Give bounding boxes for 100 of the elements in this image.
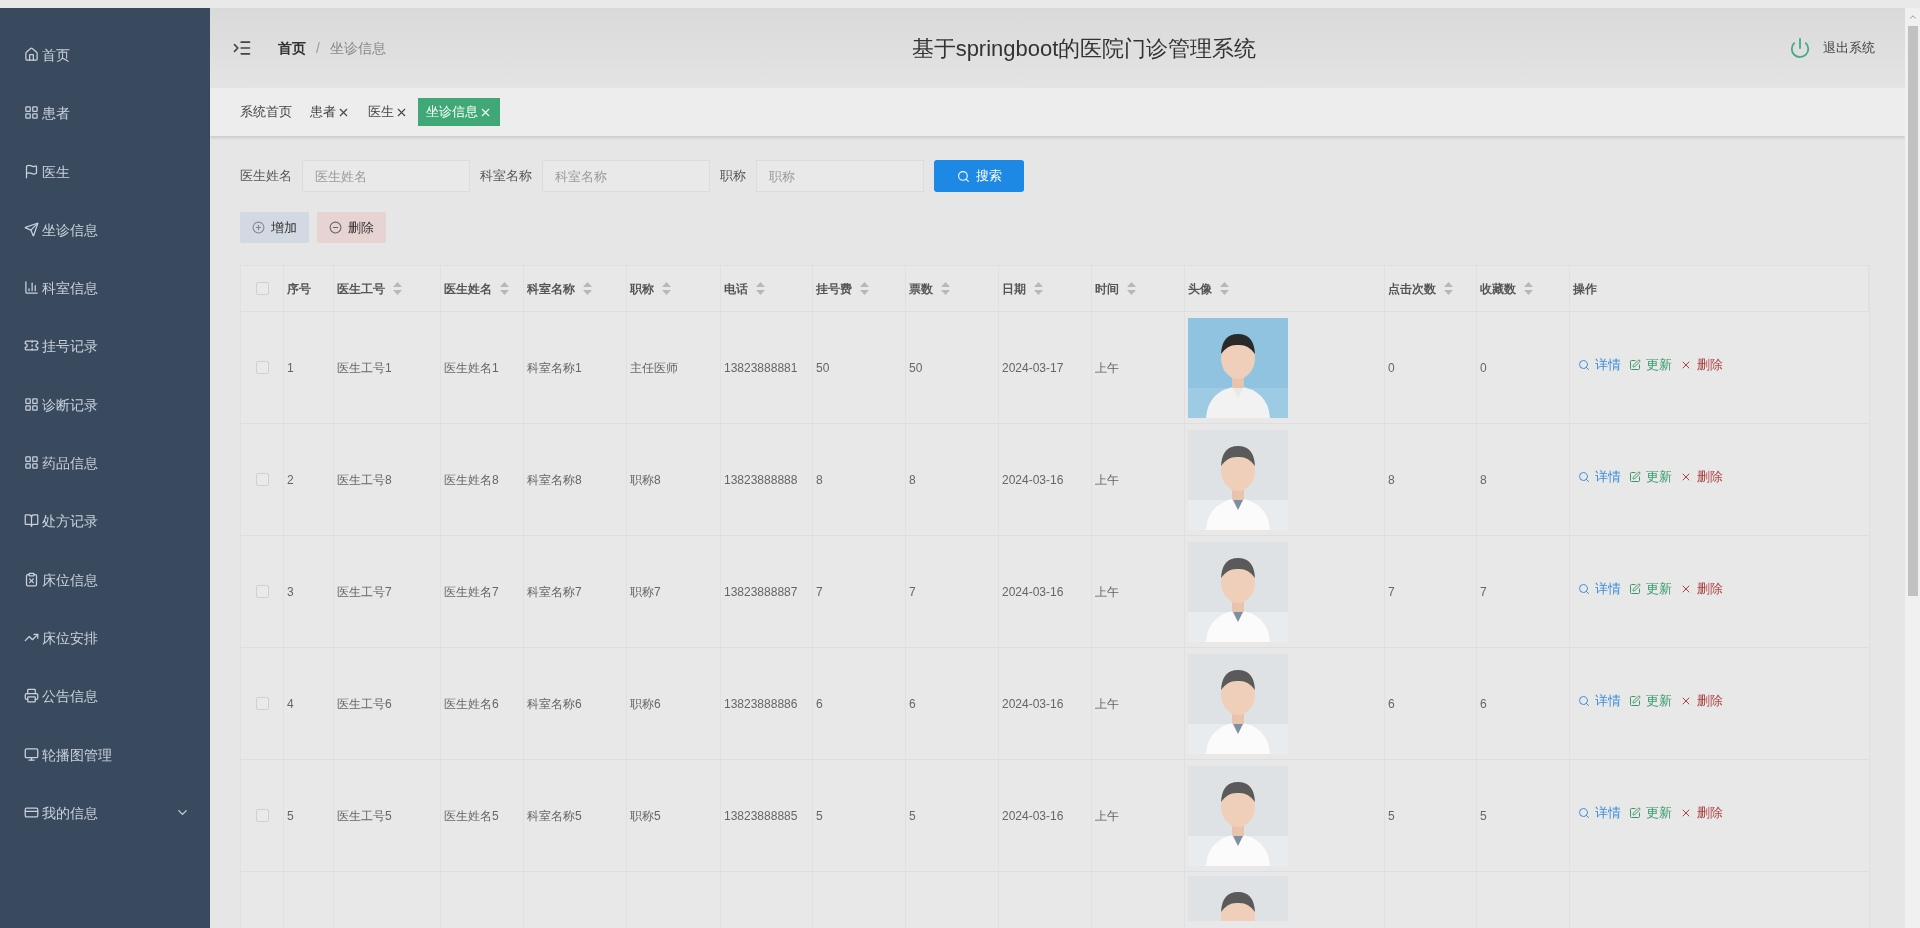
table-cell-text: 7 (909, 583, 916, 601)
table-cell-text: 上午 (1095, 583, 1119, 601)
search-field[interactable]: 职称 (756, 160, 924, 192)
logout-link[interactable]: 退出系统 (1823, 38, 1875, 58)
search-icon (1578, 806, 1590, 819)
sidebar-item[interactable]: 我的信息 (0, 802, 210, 862)
table-cell-text: 5 (909, 807, 916, 825)
sidebar-item[interactable]: 挂号记录 (0, 336, 210, 395)
edit-icon (1629, 358, 1641, 371)
table-cell-text: 医生工号5 (337, 807, 392, 825)
column-header: 医生姓名 (441, 266, 524, 311)
table-cell-text: 6 (816, 695, 823, 713)
sort-icon[interactable] (393, 282, 402, 295)
column-header: 职称 (627, 266, 721, 311)
checkbox[interactable] (255, 473, 269, 486)
sidebar-item[interactable]: 科室信息 (0, 278, 210, 337)
search-icon (1578, 358, 1590, 371)
card-icon (24, 804, 39, 820)
sidebar-item[interactable]: 医生 (0, 161, 210, 220)
table-cell-text: 1 (287, 359, 294, 377)
sort-icon[interactable] (1034, 282, 1043, 295)
checkbox[interactable] (255, 809, 269, 822)
search-button[interactable]: 搜索 (934, 160, 1024, 192)
table-cell-text: 13823888888 (724, 471, 798, 489)
paper-plane-icon (24, 221, 39, 237)
table-cell-text: 6 (909, 695, 916, 713)
search-icon (956, 169, 970, 183)
table-cell-text: 上午 (1095, 695, 1119, 713)
printer-icon (24, 688, 39, 704)
table-cell-text: 科室名称5 (527, 807, 582, 825)
menu-toggle-icon[interactable] (232, 38, 252, 58)
table-cell-text: 职称6 (630, 695, 661, 713)
delete-link[interactable]: 删除 (1680, 690, 1723, 711)
sort-icon[interactable] (756, 282, 765, 295)
sidebar-item[interactable]: 轮播图管理 (0, 744, 210, 803)
table-cell-text: 上午 (1095, 807, 1119, 825)
delete-button[interactable]: 删除 (317, 212, 386, 243)
column-header: 时间 (1092, 266, 1185, 311)
sidebar-item[interactable]: 处方记录 (0, 511, 210, 570)
column-header: 日期 (999, 266, 1092, 311)
power-icon[interactable] (1789, 37, 1811, 59)
sort-icon[interactable] (662, 282, 671, 295)
column-header: 操作 (1570, 266, 1869, 311)
sort-icon[interactable] (860, 282, 869, 295)
sort-icon[interactable] (500, 282, 509, 295)
flag-icon (24, 163, 39, 179)
scrollbar[interactable] (1905, 8, 1920, 928)
edit-icon (1629, 582, 1641, 595)
delete-link[interactable]: 删除 (1680, 466, 1723, 487)
scroll-up-icon[interactable] (1907, 12, 1918, 22)
tab[interactable]: 系统首页 (232, 98, 300, 126)
column-header: 点击次数 (1385, 266, 1477, 311)
delete-link[interactable]: 删除 (1680, 802, 1723, 823)
field-label: 医生姓名 (240, 167, 292, 186)
search-icon (1578, 694, 1590, 707)
table-cell-text: 13823888881 (724, 359, 798, 377)
delete-link[interactable]: 删除 (1680, 354, 1723, 375)
sort-icon[interactable] (1220, 282, 1229, 295)
table-cell-text: 上午 (1095, 359, 1119, 377)
table-cell-text: 5 (1388, 807, 1395, 825)
column-header: 票数 (906, 266, 999, 311)
table-cell-text: 0 (1480, 359, 1487, 377)
table-cell-text: 职称7 (630, 583, 661, 601)
sidebar-item[interactable]: 药品信息 (0, 453, 210, 512)
search-field[interactable]: 科室名称 (542, 160, 710, 192)
sidebar-item[interactable]: 患者 (0, 103, 210, 162)
sort-icon[interactable] (941, 282, 950, 295)
scrollbar-thumb[interactable] (1907, 26, 1918, 596)
table-cell-text: 医生姓名8 (444, 471, 499, 489)
table-cell-text: 医生姓名5 (444, 807, 499, 825)
sort-icon[interactable] (583, 282, 592, 295)
table-cell-text: 2024-03-16 (1002, 471, 1064, 489)
table-cell-text: 职称5 (630, 807, 661, 825)
breadcrumb-link[interactable]: 首页 (278, 37, 306, 59)
sidebar-item[interactable]: 公告信息 (0, 686, 210, 745)
search-icon (1578, 470, 1590, 483)
column-header: 挂号费 (813, 266, 906, 311)
tab[interactable]: 患者 (302, 98, 358, 126)
checkbox[interactable] (255, 361, 269, 374)
sort-icon[interactable] (1444, 282, 1453, 295)
table-cell-text: 7 (1388, 583, 1395, 601)
sidebar-item[interactable]: 诊断记录 (0, 394, 210, 454)
checkbox[interactable] (255, 282, 269, 295)
checkbox[interactable] (255, 585, 269, 598)
edit-icon (1629, 694, 1641, 707)
search-field[interactable]: 医生姓名 (302, 160, 470, 192)
add-button[interactable]: 增加 (240, 212, 309, 243)
checkbox[interactable] (255, 697, 269, 710)
table-cell-text: 3 (287, 583, 294, 601)
sort-icon[interactable] (1524, 282, 1533, 295)
sort-icon[interactable] (1127, 282, 1136, 295)
tab[interactable]: 医生 (360, 98, 416, 126)
system-title: 基于springboot的医院门诊管理系统 (910, 34, 1258, 63)
ticket-icon (24, 338, 39, 354)
sidebar-item[interactable]: 坐诊信息 (0, 219, 210, 279)
sidebar-item[interactable]: 首页 (0, 45, 210, 104)
sidebar-item[interactable]: 床位安排 (0, 627, 210, 687)
table-cell-text: 7 (816, 583, 823, 601)
sidebar-item[interactable]: 床位信息 (0, 569, 210, 628)
delete-link[interactable]: 删除 (1680, 578, 1723, 599)
